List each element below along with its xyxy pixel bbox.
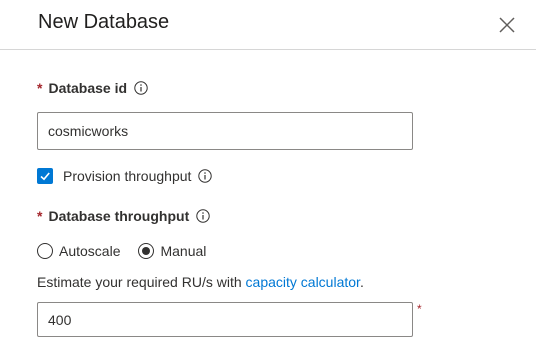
database-id-label: Database id — [48, 80, 128, 96]
required-marker: * — [417, 302, 422, 316]
close-icon — [499, 17, 515, 33]
capacity-calculator-link[interactable]: capacity calculator — [246, 274, 360, 290]
provision-throughput-label: Provision throughput — [63, 168, 192, 184]
radio-manual-label: Manual — [160, 243, 207, 259]
radio-autoscale-label: Autoscale — [59, 243, 121, 259]
required-marker: * — [37, 208, 43, 224]
estimate-suffix: . — [359, 274, 364, 290]
new-database-panel: New Database * Database id Provision th — [0, 0, 536, 360]
radio-checked-icon[interactable] — [138, 243, 155, 259]
info-icon[interactable] — [198, 169, 213, 183]
database-throughput-label-row: * Database throughput — [37, 208, 210, 224]
close-button[interactable] — [496, 14, 518, 36]
estimate-prefix: Estimate your required RU/s with — [37, 274, 246, 290]
panel-title: New Database — [38, 11, 170, 33]
ru-throughput-input[interactable] — [37, 302, 413, 337]
panel-header: New Database — [0, 0, 536, 50]
database-throughput-label: Database throughput — [48, 208, 190, 224]
required-marker: * — [37, 80, 43, 96]
database-id-input[interactable] — [37, 112, 413, 150]
info-icon[interactable] — [196, 209, 210, 223]
radio-unchecked-icon[interactable] — [37, 243, 53, 259]
throughput-mode-radio-group: Autoscale Manual — [37, 241, 224, 261]
provision-throughput-checkbox[interactable]: Provision throughput — [37, 166, 213, 186]
estimate-text: Estimate your required RU/s with capacit… — [37, 274, 364, 290]
radio-manual[interactable]: Manual — [138, 243, 206, 259]
info-icon[interactable] — [134, 81, 148, 95]
database-id-label-row: * Database id — [37, 80, 148, 96]
radio-autoscale[interactable]: Autoscale — [37, 243, 120, 259]
checkbox-checked-icon[interactable] — [37, 168, 53, 184]
